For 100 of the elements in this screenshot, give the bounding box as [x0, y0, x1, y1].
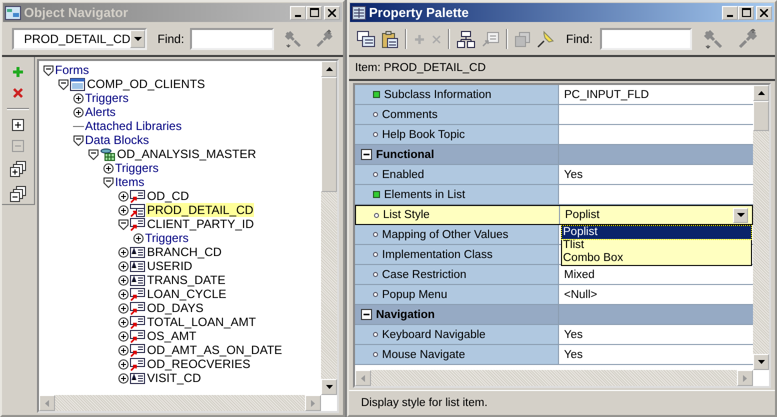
property-row[interactable]: Enabled Yes	[355, 165, 753, 185]
find-field[interactable]	[190, 28, 274, 50]
property-value[interactable]: PC_INPUT_FLD	[564, 88, 649, 100]
maximize-button[interactable]	[738, 6, 754, 20]
property-row[interactable]: Keyboard Navigable Yes	[355, 325, 753, 345]
scroll-up-button[interactable]	[321, 61, 337, 77]
find-field[interactable]	[600, 28, 692, 50]
property-row[interactable]: Subclass Information PC_INPUT_FLD	[355, 85, 753, 105]
close-button[interactable]	[756, 6, 772, 20]
property-row[interactable]: Mouse Navigate Yes	[355, 345, 753, 365]
expand-toggle-icon[interactable]	[118, 246, 129, 258]
collapse-all-icon[interactable]	[10, 186, 26, 202]
expand-all-icon[interactable]	[10, 161, 26, 177]
tree-item[interactable]: PROD_DETAIL_CD	[146, 203, 254, 217]
expand-toggle-icon[interactable]	[73, 106, 84, 118]
expand-toggle-icon[interactable]	[133, 232, 144, 244]
tree-node[interactable]: Attached Libraries	[85, 119, 182, 133]
scroll-down-button[interactable]	[753, 354, 769, 370]
tree-item[interactable]: TRANS_DATE	[146, 273, 226, 287]
property-name: Case Restriction	[382, 268, 466, 280]
property-value[interactable]: <Null>	[564, 288, 598, 300]
scroll-up-button[interactable]	[753, 85, 769, 101]
text-item-icon	[130, 274, 145, 286]
collapse-toggle-icon[interactable]	[73, 134, 84, 146]
expand-toggle-icon[interactable]	[118, 274, 129, 286]
close-button[interactable]	[324, 6, 340, 20]
collapse-toggle-icon[interactable]	[88, 148, 99, 160]
expand-toggle-icon[interactable]	[118, 302, 129, 314]
inherited-item-icon	[130, 358, 145, 370]
collapse-toggle-icon[interactable]	[58, 78, 69, 90]
property-value[interactable]: Yes	[564, 348, 583, 360]
tree-item[interactable]: USERID	[146, 259, 194, 273]
property-row[interactable]: Popup Menu <Null>	[355, 285, 753, 305]
property-row[interactable]: Functional	[355, 145, 753, 165]
up-arrow-icon	[758, 91, 764, 95]
tree-node[interactable]: Items	[115, 175, 144, 189]
delete-icon[interactable]	[12, 87, 24, 99]
property-row[interactable]: Help Book Topic	[355, 125, 753, 145]
scrollbar-thumb[interactable]	[321, 77, 337, 192]
collapse-toggle-icon[interactable]	[43, 64, 54, 76]
expand-toggle-icon[interactable]	[118, 330, 129, 342]
tree-item[interactable]: OD_ANALYSIS_MASTER	[116, 147, 258, 161]
property-row[interactable]: Comments	[355, 105, 753, 125]
inherited-item-icon	[130, 218, 145, 230]
tree-item[interactable]: CLIENT_PARTY_ID	[146, 217, 255, 231]
tree-item[interactable]: OD_REOCVERIES	[146, 357, 252, 371]
expand-icon[interactable]	[12, 119, 24, 131]
property-name: Implementation Class	[382, 248, 493, 260]
expand-toggle-icon[interactable]	[118, 372, 129, 384]
minimize-button[interactable]	[722, 6, 738, 20]
tree-node[interactable]: Forms	[55, 63, 89, 77]
copy-properties-icon[interactable]	[357, 31, 375, 47]
minimize-button[interactable]	[290, 6, 306, 20]
property-row[interactable]: Elements in List	[355, 185, 753, 205]
context-dropdown[interactable]: PROD_DETAIL_CD	[12, 28, 148, 50]
expand-toggle-icon[interactable]	[118, 358, 129, 370]
pin-icon[interactable]	[537, 30, 555, 48]
tree-node[interactable]: Triggers	[85, 91, 129, 105]
expand-toggle-icon[interactable]	[118, 344, 129, 356]
dropdown-option[interactable]: Poplist	[562, 226, 751, 239]
paste-properties-icon[interactable]	[382, 30, 398, 48]
add-icon	[414, 34, 425, 44]
tree-item[interactable]: OD_CD	[146, 189, 190, 203]
tree-item[interactable]: OS_AMT	[146, 329, 198, 343]
tree-item[interactable]: OD_DAYS	[146, 301, 204, 315]
expand-toggle-icon[interactable]	[103, 162, 114, 174]
property-value[interactable]: Mixed	[564, 268, 595, 280]
property-row[interactable]: Case Restriction Mixed	[355, 265, 753, 285]
collapse-icon[interactable]	[361, 309, 372, 320]
collapse-toggle-icon[interactable]	[118, 218, 129, 230]
expand-toggle-icon[interactable]	[118, 260, 129, 272]
tree-node[interactable]: Triggers	[145, 231, 189, 245]
tree-item[interactable]: COMP_OD_CLIENTS	[86, 77, 206, 91]
tree-node[interactable]: Triggers	[115, 161, 159, 175]
tree-node[interactable]: Alerts	[85, 105, 116, 119]
expand-toggle-icon[interactable]	[118, 288, 129, 300]
tree-item[interactable]: OD_AMT_AS_ON_DATE	[146, 343, 284, 357]
tree-item[interactable]: VISIT_CD	[146, 371, 202, 385]
property-value[interactable]: Yes	[564, 328, 583, 340]
tree-item[interactable]: LOAN_CYCLE	[146, 287, 228, 301]
hierarchy-icon[interactable]	[457, 30, 475, 48]
expand-toggle-icon[interactable]	[118, 316, 129, 328]
dropdown-option[interactable]: Combo Box	[562, 252, 751, 265]
inherit-icon	[482, 32, 499, 46]
scroll-left-button[interactable]	[39, 395, 55, 411]
expand-toggle-icon[interactable]	[118, 190, 129, 202]
collapse-toggle-icon[interactable]	[103, 176, 114, 188]
expand-toggle-icon[interactable]	[73, 92, 84, 104]
tree-node[interactable]: Data Blocks	[85, 133, 150, 147]
expand-toggle-icon[interactable]	[118, 204, 129, 216]
scrollbar-thumb[interactable]	[753, 101, 769, 132]
find-label: Find:	[157, 32, 184, 46]
scroll-down-button[interactable]	[321, 379, 337, 395]
tree-item[interactable]: BRANCH_CD	[146, 245, 223, 259]
collapse-icon[interactable]	[361, 149, 372, 160]
property-row[interactable]: Navigation	[355, 305, 753, 325]
scroll-left-button[interactable]	[355, 370, 371, 386]
property-value[interactable]: Yes	[564, 168, 583, 180]
maximize-button[interactable]	[306, 6, 322, 20]
tree-item[interactable]: TOTAL_LOAN_AMT	[146, 315, 257, 329]
